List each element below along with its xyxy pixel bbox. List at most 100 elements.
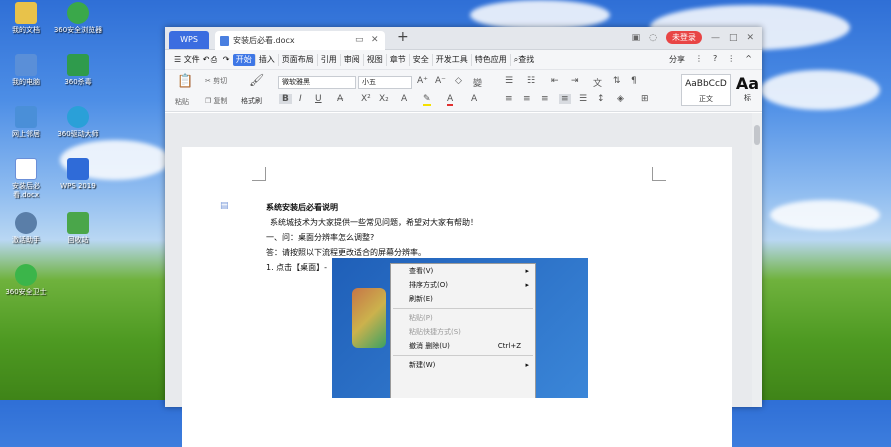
new-tab-button[interactable]: + bbox=[397, 29, 409, 45]
format-painter-icon[interactable]: 🖌 bbox=[249, 73, 264, 87]
show-marks-icon[interactable]: ¶ bbox=[631, 76, 637, 86]
document-area: ▤ 系统安装后必看说明 系统城技术为大家提供一些常见问题，希望对大家有帮助！ 一… bbox=[165, 113, 762, 447]
chinese-layout-icon[interactable]: 文 bbox=[593, 76, 602, 89]
login-button[interactable]: 未登录 bbox=[665, 31, 702, 44]
tab-home[interactable]: 开始 bbox=[232, 53, 256, 66]
network-icon bbox=[15, 106, 37, 128]
text-effect-icon[interactable]: A bbox=[401, 94, 407, 104]
more-icon[interactable]: ⋮ bbox=[695, 54, 703, 65]
desktop-icon-network[interactable]: 网上邻居 bbox=[1, 106, 51, 139]
style-normal[interactable]: AaBbCcD 正文 bbox=[681, 74, 731, 106]
shrink-font-icon[interactable]: A⁻ bbox=[435, 76, 446, 86]
cut-button[interactable]: ✂ 剪切 bbox=[205, 76, 227, 86]
align-right-icon[interactable]: ≡ bbox=[541, 94, 549, 104]
paragraph-handle-icon[interactable]: ▤ bbox=[220, 201, 229, 211]
bold-icon[interactable]: B bbox=[279, 94, 292, 104]
desktop-icon-my-documents[interactable]: 我的文档 bbox=[1, 2, 51, 35]
search-button[interactable]: ⌕查找 bbox=[511, 54, 537, 66]
paste-icon[interactable]: 📋 bbox=[177, 74, 193, 89]
pinyin-icon[interactable]: 變 bbox=[473, 76, 482, 89]
ctx-view[interactable]: 查看(V) ▸ bbox=[391, 264, 535, 278]
monitor-icon[interactable]: ▭ bbox=[355, 31, 364, 50]
char-border-icon[interactable]: A bbox=[471, 94, 477, 104]
desktop-icon-wps[interactable]: WPS 2019 bbox=[53, 158, 103, 191]
menu-file[interactable]: ☰ 文件 bbox=[171, 54, 203, 66]
quick-icon[interactable]: ↷ bbox=[223, 55, 233, 64]
tab-features[interactable]: 特色应用 bbox=[472, 53, 511, 66]
wps-home-tab[interactable]: WPS bbox=[169, 31, 209, 49]
desktop-icon-recycle-bin[interactable]: 回收站 bbox=[53, 212, 103, 245]
distribute-icon[interactable]: ☰ bbox=[579, 94, 587, 104]
sort-icon[interactable]: ⇅ bbox=[613, 76, 621, 86]
line-spacing-icon[interactable]: ↕ bbox=[597, 94, 605, 104]
more-options-icon[interactable]: ⋮ bbox=[727, 54, 735, 65]
maximize-icon[interactable]: □ bbox=[729, 33, 738, 43]
increase-indent-icon[interactable]: ⇥ bbox=[571, 76, 579, 86]
desktop-icon-readme-docx[interactable]: 安装后必看.docx bbox=[1, 158, 51, 200]
ctx-sort[interactable]: 排序方式(O) ▸ bbox=[391, 278, 535, 292]
align-center-icon[interactable]: ≡ bbox=[523, 94, 531, 104]
share-button[interactable]: 分享 bbox=[669, 54, 685, 65]
desktop-icon-my-computer[interactable]: 我的电脑 bbox=[1, 54, 51, 87]
document-tab[interactable]: 安装后必看.docx ▭ ✕ bbox=[215, 31, 385, 50]
scroll-thumb[interactable] bbox=[754, 125, 760, 145]
style-heading[interactable]: Aa 标 bbox=[733, 74, 762, 106]
bullets-icon[interactable]: ☰ bbox=[505, 76, 513, 86]
close-icon[interactable]: ✕ bbox=[746, 33, 754, 43]
decrease-indent-icon[interactable]: ⇤ bbox=[551, 76, 559, 86]
subscript-icon[interactable]: X₂ bbox=[379, 94, 389, 104]
document-page[interactable]: ▤ 系统安装后必看说明 系统城技术为大家提供一些常见问题，希望对大家有帮助！ 一… bbox=[182, 147, 732, 447]
desktop-icon-360-antivirus[interactable]: 360杀毒 bbox=[53, 54, 103, 87]
tab-references[interactable]: 引用 bbox=[318, 53, 341, 66]
borders-icon[interactable]: ⊞ bbox=[641, 94, 649, 104]
ctx-paste-shortcut[interactable]: 粘贴快捷方式(S) bbox=[391, 325, 535, 339]
clear-format-icon[interactable]: ◇ bbox=[455, 76, 462, 86]
shading-icon[interactable]: ◈ bbox=[617, 94, 624, 104]
minimize-icon[interactable]: — bbox=[711, 33, 720, 43]
tab-security[interactable]: 安全 bbox=[410, 53, 433, 66]
collapse-ribbon-icon[interactable]: ^ bbox=[745, 54, 752, 65]
format-painter-button[interactable]: 格式刷 bbox=[241, 96, 262, 106]
print-icon[interactable]: ⎙ bbox=[211, 55, 223, 65]
numbering-icon[interactable]: ☷ bbox=[527, 76, 535, 86]
ctx-undo[interactable]: 撤消 删除(U) Ctrl+Z bbox=[391, 339, 535, 353]
tab-page-layout[interactable]: 页面布局 bbox=[279, 53, 318, 66]
justify-icon[interactable]: ≡ bbox=[559, 94, 571, 104]
font-family-select[interactable]: 微软雅黑 bbox=[278, 76, 356, 89]
paste-button[interactable]: 粘贴 bbox=[175, 97, 189, 107]
copy-icon: ❐ bbox=[205, 97, 212, 105]
ctx-refresh[interactable]: 刷新(E) bbox=[391, 292, 535, 306]
embedded-screenshot[interactable]: 查看(V) ▸ 排序方式(O) ▸ 刷新(E) 粘贴(P) 粘贴快捷方式(S) 撤消… bbox=[332, 258, 588, 398]
grow-font-icon[interactable]: A⁺ bbox=[417, 76, 428, 86]
layout-icon[interactable]: ▣ bbox=[632, 33, 641, 43]
help-icon[interactable]: ? bbox=[713, 54, 717, 65]
wps-window: WPS 安装后必看.docx ▭ ✕ + ▣ ◌ 未登录 — □ ✕ ☰ 文件 … bbox=[165, 27, 762, 447]
ctx-new[interactable]: 新建(W) ▸ bbox=[391, 358, 535, 372]
font-size-select[interactable]: 小五 bbox=[358, 76, 412, 89]
align-left-icon[interactable]: ≡ bbox=[505, 94, 513, 104]
superscript-icon[interactable]: X² bbox=[361, 94, 371, 104]
ctx-paste[interactable]: 粘贴(P) bbox=[391, 311, 535, 325]
margin-corner bbox=[652, 167, 666, 181]
doc-question: 一、问：桌面分辨率怎么调整? bbox=[266, 233, 375, 242]
desktop-icon-360-browser[interactable]: 360安全浏览器 bbox=[53, 2, 103, 35]
vertical-scrollbar[interactable] bbox=[752, 113, 762, 407]
copy-button[interactable]: ❐ 复制 bbox=[205, 96, 228, 106]
tab-insert[interactable]: 插入 bbox=[256, 53, 279, 66]
ribbon-toolbar: 📋 粘贴 ✂ 剪切 ❐ 复制 🖌 格式刷 微软雅黑 小五 A⁺ A⁻ ◇ 變 B… bbox=[165, 70, 762, 112]
highlight-icon[interactable]: ✎ bbox=[423, 94, 431, 106]
skin-icon[interactable]: ◌ bbox=[649, 33, 657, 43]
underline-icon[interactable]: U bbox=[315, 94, 322, 104]
desktop-icon-360-security[interactable]: 360安全卫士 bbox=[1, 264, 51, 297]
tab-view[interactable]: 视图 bbox=[364, 53, 387, 66]
undo-icons[interactable]: ↶ bbox=[203, 55, 211, 64]
tab-review[interactable]: 审阅 bbox=[341, 53, 364, 66]
tab-sections[interactable]: 章节 bbox=[387, 53, 410, 66]
strikethrough-icon[interactable]: A̶ bbox=[337, 94, 343, 104]
close-tab-icon[interactable]: ✕ bbox=[371, 31, 379, 50]
font-color-icon[interactable]: A bbox=[447, 94, 454, 106]
desktop-icon-360-driver[interactable]: 360驱动大师 bbox=[53, 106, 103, 139]
desktop-icon-activation[interactable]: 激活助手 bbox=[1, 212, 51, 245]
tab-developer[interactable]: 开发工具 bbox=[433, 53, 472, 66]
italic-icon[interactable]: I bbox=[299, 94, 302, 104]
